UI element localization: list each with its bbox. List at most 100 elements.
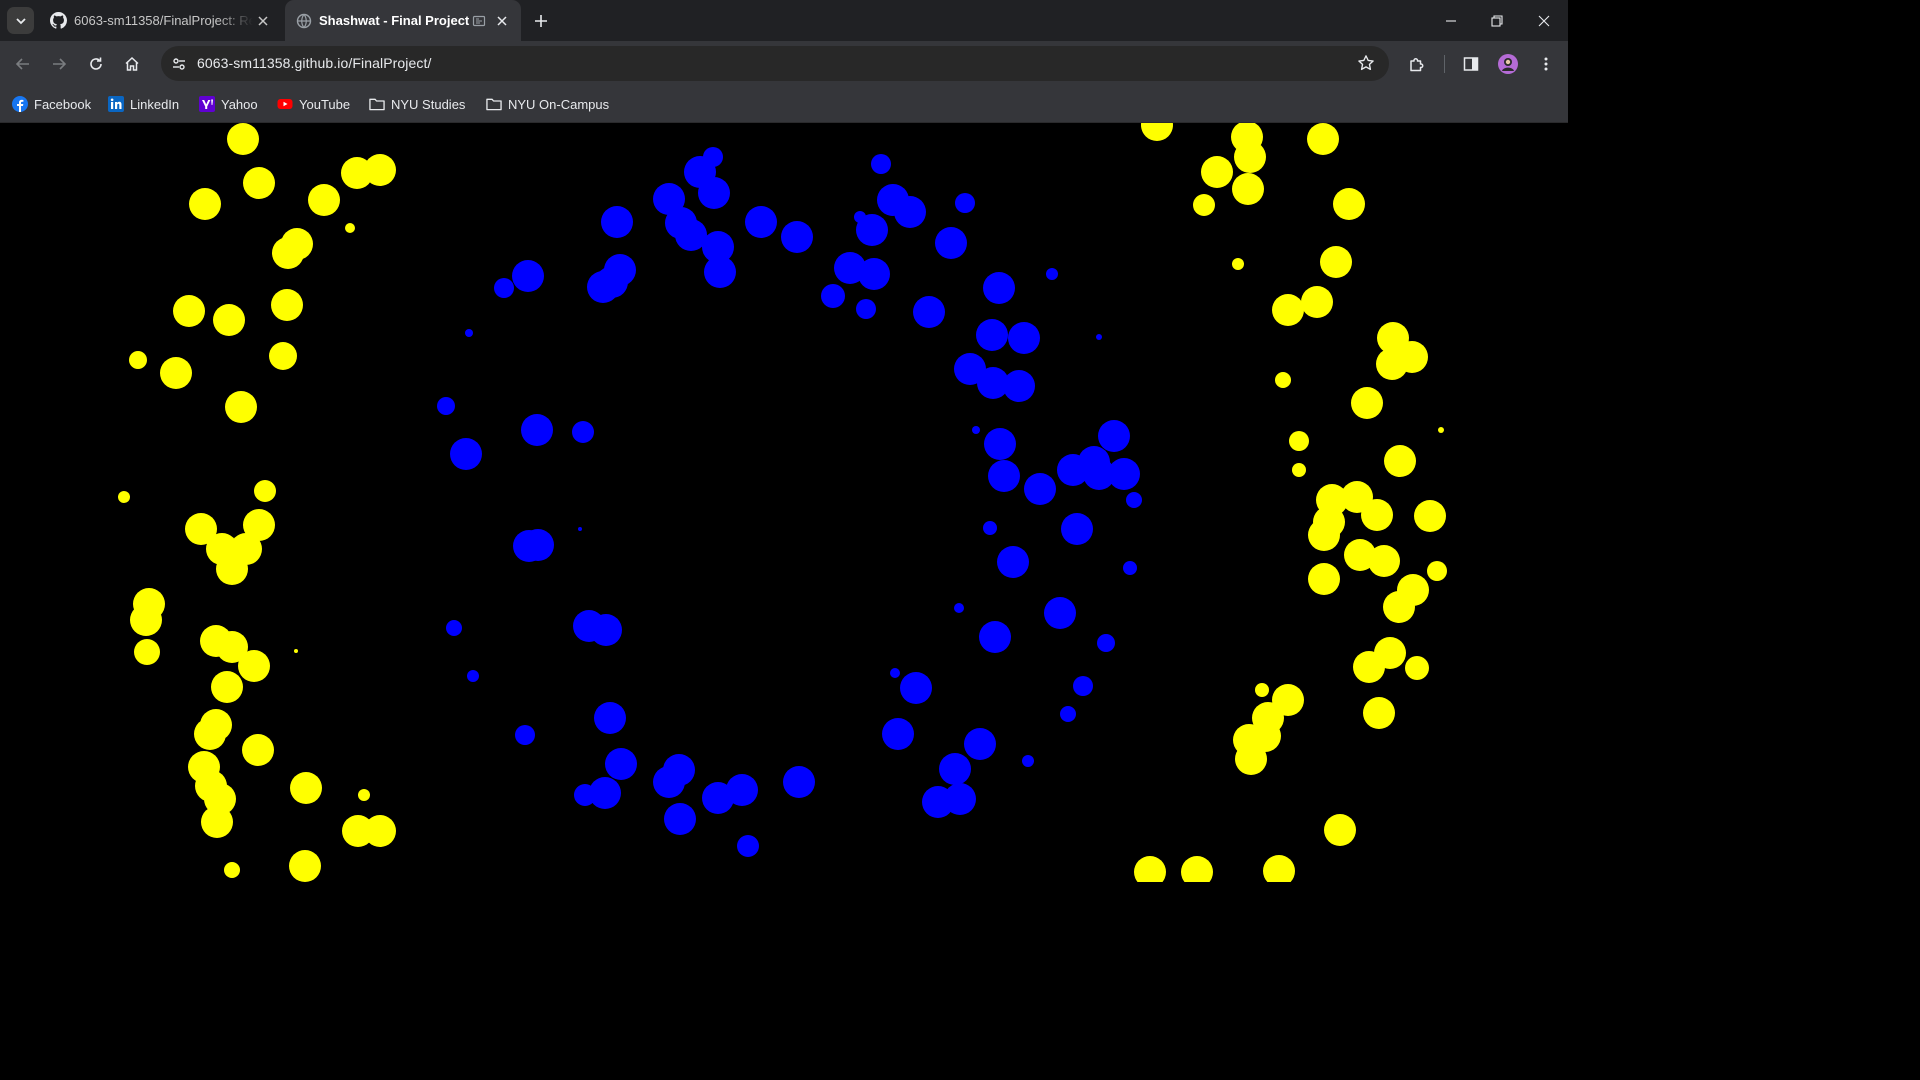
address-bar[interactable]: 6063-sm11358.github.io/FinalProject/ bbox=[161, 46, 1389, 81]
close-window-button[interactable] bbox=[1531, 8, 1557, 34]
blue-dot bbox=[983, 272, 1015, 304]
extensions-button[interactable] bbox=[1403, 50, 1431, 78]
blue-dot-fragment bbox=[1097, 634, 1115, 652]
yellow-dot bbox=[1363, 697, 1395, 729]
restore-button[interactable] bbox=[1484, 8, 1510, 34]
bookmarks-bar: Facebook LinkedIn Yahoo YouTube NYU Stud… bbox=[0, 86, 1568, 123]
blue-dot-fragment bbox=[515, 725, 535, 745]
yellow-dot bbox=[1301, 286, 1333, 318]
blue-dot bbox=[704, 256, 736, 288]
yellow-dot-fragment bbox=[294, 649, 298, 653]
bookmark-youtube[interactable]: YouTube bbox=[277, 95, 350, 113]
minimize-button[interactable] bbox=[1438, 8, 1464, 34]
tab-search-button[interactable] bbox=[7, 7, 34, 34]
yellow-dot bbox=[290, 772, 322, 804]
yellow-dot bbox=[243, 509, 275, 541]
star-icon bbox=[1358, 55, 1374, 71]
blue-dot bbox=[939, 753, 971, 785]
bookmark-linkedin[interactable]: LinkedIn bbox=[108, 95, 179, 113]
tab-title: 6063-sm11358/FinalProject: Re bbox=[74, 13, 253, 28]
blue-dot bbox=[964, 728, 996, 760]
yellow-dot bbox=[225, 391, 257, 423]
bookmark-nyu-on-campus[interactable]: NYU On-Campus bbox=[486, 95, 609, 113]
more-vert-icon bbox=[1544, 57, 1548, 71]
page-canvas[interactable] bbox=[0, 123, 1568, 882]
yellow-dot bbox=[1351, 387, 1383, 419]
folder-icon bbox=[369, 96, 385, 112]
bookmark-label: Yahoo bbox=[221, 96, 258, 112]
yellow-dot bbox=[1320, 246, 1352, 278]
url-text[interactable]: 6063-sm11358.github.io/FinalProject/ bbox=[197, 55, 431, 71]
arrow-left-icon bbox=[15, 58, 29, 70]
tab-final-project[interactable]: Shashwat - Final Project bbox=[285, 0, 521, 41]
yellow-dot bbox=[201, 806, 233, 838]
blue-dot bbox=[979, 621, 1011, 653]
yellow-dot bbox=[1263, 855, 1295, 882]
yellow-dot-fragment bbox=[1255, 683, 1269, 697]
profile-avatar-button[interactable] bbox=[1494, 50, 1522, 78]
side-panel-icon bbox=[1463, 57, 1479, 71]
browser-toolbar: 6063-sm11358.github.io/FinalProject/ bbox=[0, 41, 1568, 86]
restore-icon bbox=[1491, 15, 1503, 27]
bookmark-facebook[interactable]: Facebook bbox=[12, 95, 91, 113]
menu-button[interactable] bbox=[1532, 50, 1560, 78]
yahoo-icon bbox=[199, 96, 215, 112]
blue-dot bbox=[601, 206, 633, 238]
blue-dot bbox=[664, 803, 696, 835]
blue-dot bbox=[935, 227, 967, 259]
yellow-dot-fragment bbox=[1292, 463, 1306, 477]
home-button[interactable] bbox=[118, 50, 146, 78]
blue-dot bbox=[1024, 473, 1056, 505]
yellow-dot-fragment bbox=[358, 789, 370, 801]
yellow-dot bbox=[1307, 123, 1339, 155]
blue-dot-fragment bbox=[465, 329, 473, 337]
blue-dot bbox=[521, 414, 553, 446]
blue-dot-fragment bbox=[856, 299, 876, 319]
yellow-dot bbox=[1384, 445, 1416, 477]
tab-github[interactable]: 6063-sm11358/FinalProject: Re bbox=[40, 0, 282, 41]
blue-dot-fragment bbox=[572, 421, 594, 443]
close-tab-icon[interactable] bbox=[492, 11, 512, 31]
yellow-dot bbox=[1134, 856, 1166, 882]
close-tab-icon[interactable] bbox=[253, 11, 273, 31]
blue-dot bbox=[653, 766, 685, 798]
new-tab-button[interactable] bbox=[530, 10, 552, 32]
forward-button[interactable] bbox=[45, 50, 73, 78]
reload-button[interactable] bbox=[82, 50, 110, 78]
blue-dot bbox=[1061, 513, 1093, 545]
blue-dot bbox=[590, 614, 622, 646]
bookmark-star-button[interactable] bbox=[1355, 52, 1377, 74]
blue-dot-fragment bbox=[1126, 492, 1142, 508]
site-info-button[interactable] bbox=[165, 50, 192, 77]
blue-dot bbox=[1098, 420, 1130, 452]
blue-dot bbox=[858, 258, 890, 290]
yellow-dot bbox=[213, 304, 245, 336]
youtube-icon bbox=[277, 96, 293, 112]
chevron-down-icon bbox=[15, 17, 26, 24]
yellow-dot bbox=[216, 553, 248, 585]
blue-dot bbox=[894, 196, 926, 228]
side-panel-button[interactable] bbox=[1457, 50, 1485, 78]
animation-canvas bbox=[118, 123, 1447, 882]
yellow-dot bbox=[1234, 141, 1266, 173]
home-icon bbox=[125, 56, 139, 71]
bookmark-yahoo[interactable]: Yahoo bbox=[199, 95, 258, 113]
blue-dot-fragment bbox=[821, 284, 845, 308]
blue-dot-fragment bbox=[972, 426, 980, 434]
blue-dot bbox=[450, 438, 482, 470]
back-button[interactable] bbox=[9, 50, 37, 78]
yellow-dot-fragment bbox=[134, 639, 160, 665]
blue-dot-fragment bbox=[854, 211, 866, 223]
blue-dot-fragment bbox=[1096, 334, 1102, 340]
bookmark-label: LinkedIn bbox=[130, 96, 180, 112]
globe-icon bbox=[295, 12, 312, 29]
blue-dot-fragment bbox=[1046, 268, 1058, 280]
bookmark-nyu-studies[interactable]: NYU Studies bbox=[369, 95, 465, 113]
blue-dot-fragment bbox=[1073, 676, 1093, 696]
yellow-dot bbox=[1235, 743, 1267, 775]
yellow-dot bbox=[289, 850, 321, 882]
yellow-dot-fragment bbox=[118, 491, 130, 503]
blue-dot bbox=[997, 546, 1029, 578]
yellow-dot bbox=[194, 718, 226, 750]
blue-dot bbox=[783, 766, 815, 798]
